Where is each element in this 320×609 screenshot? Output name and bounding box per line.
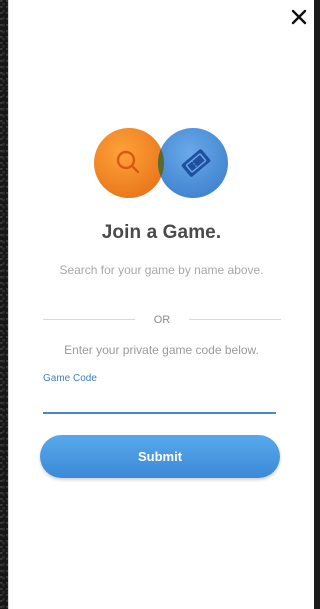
close-button[interactable] xyxy=(288,6,310,28)
submit-button[interactable]: Submit xyxy=(40,435,280,478)
search-hint-text: Search for your game by name above. xyxy=(59,263,264,277)
divider-label: OR xyxy=(153,314,171,326)
join-game-dialog: Join a Game. Search for your game by nam… xyxy=(8,0,314,609)
close-icon xyxy=(291,9,307,25)
game-code-label: Game Code xyxy=(43,373,97,384)
code-hint-text: Enter your private game code below. xyxy=(64,343,259,357)
dialog-title: Join a Game. xyxy=(101,222,222,243)
or-divider: OR xyxy=(43,313,281,327)
search-circle xyxy=(94,128,164,198)
join-game-logo xyxy=(93,126,229,200)
game-code-input[interactable] xyxy=(43,388,276,414)
divider-line-right xyxy=(189,319,281,320)
